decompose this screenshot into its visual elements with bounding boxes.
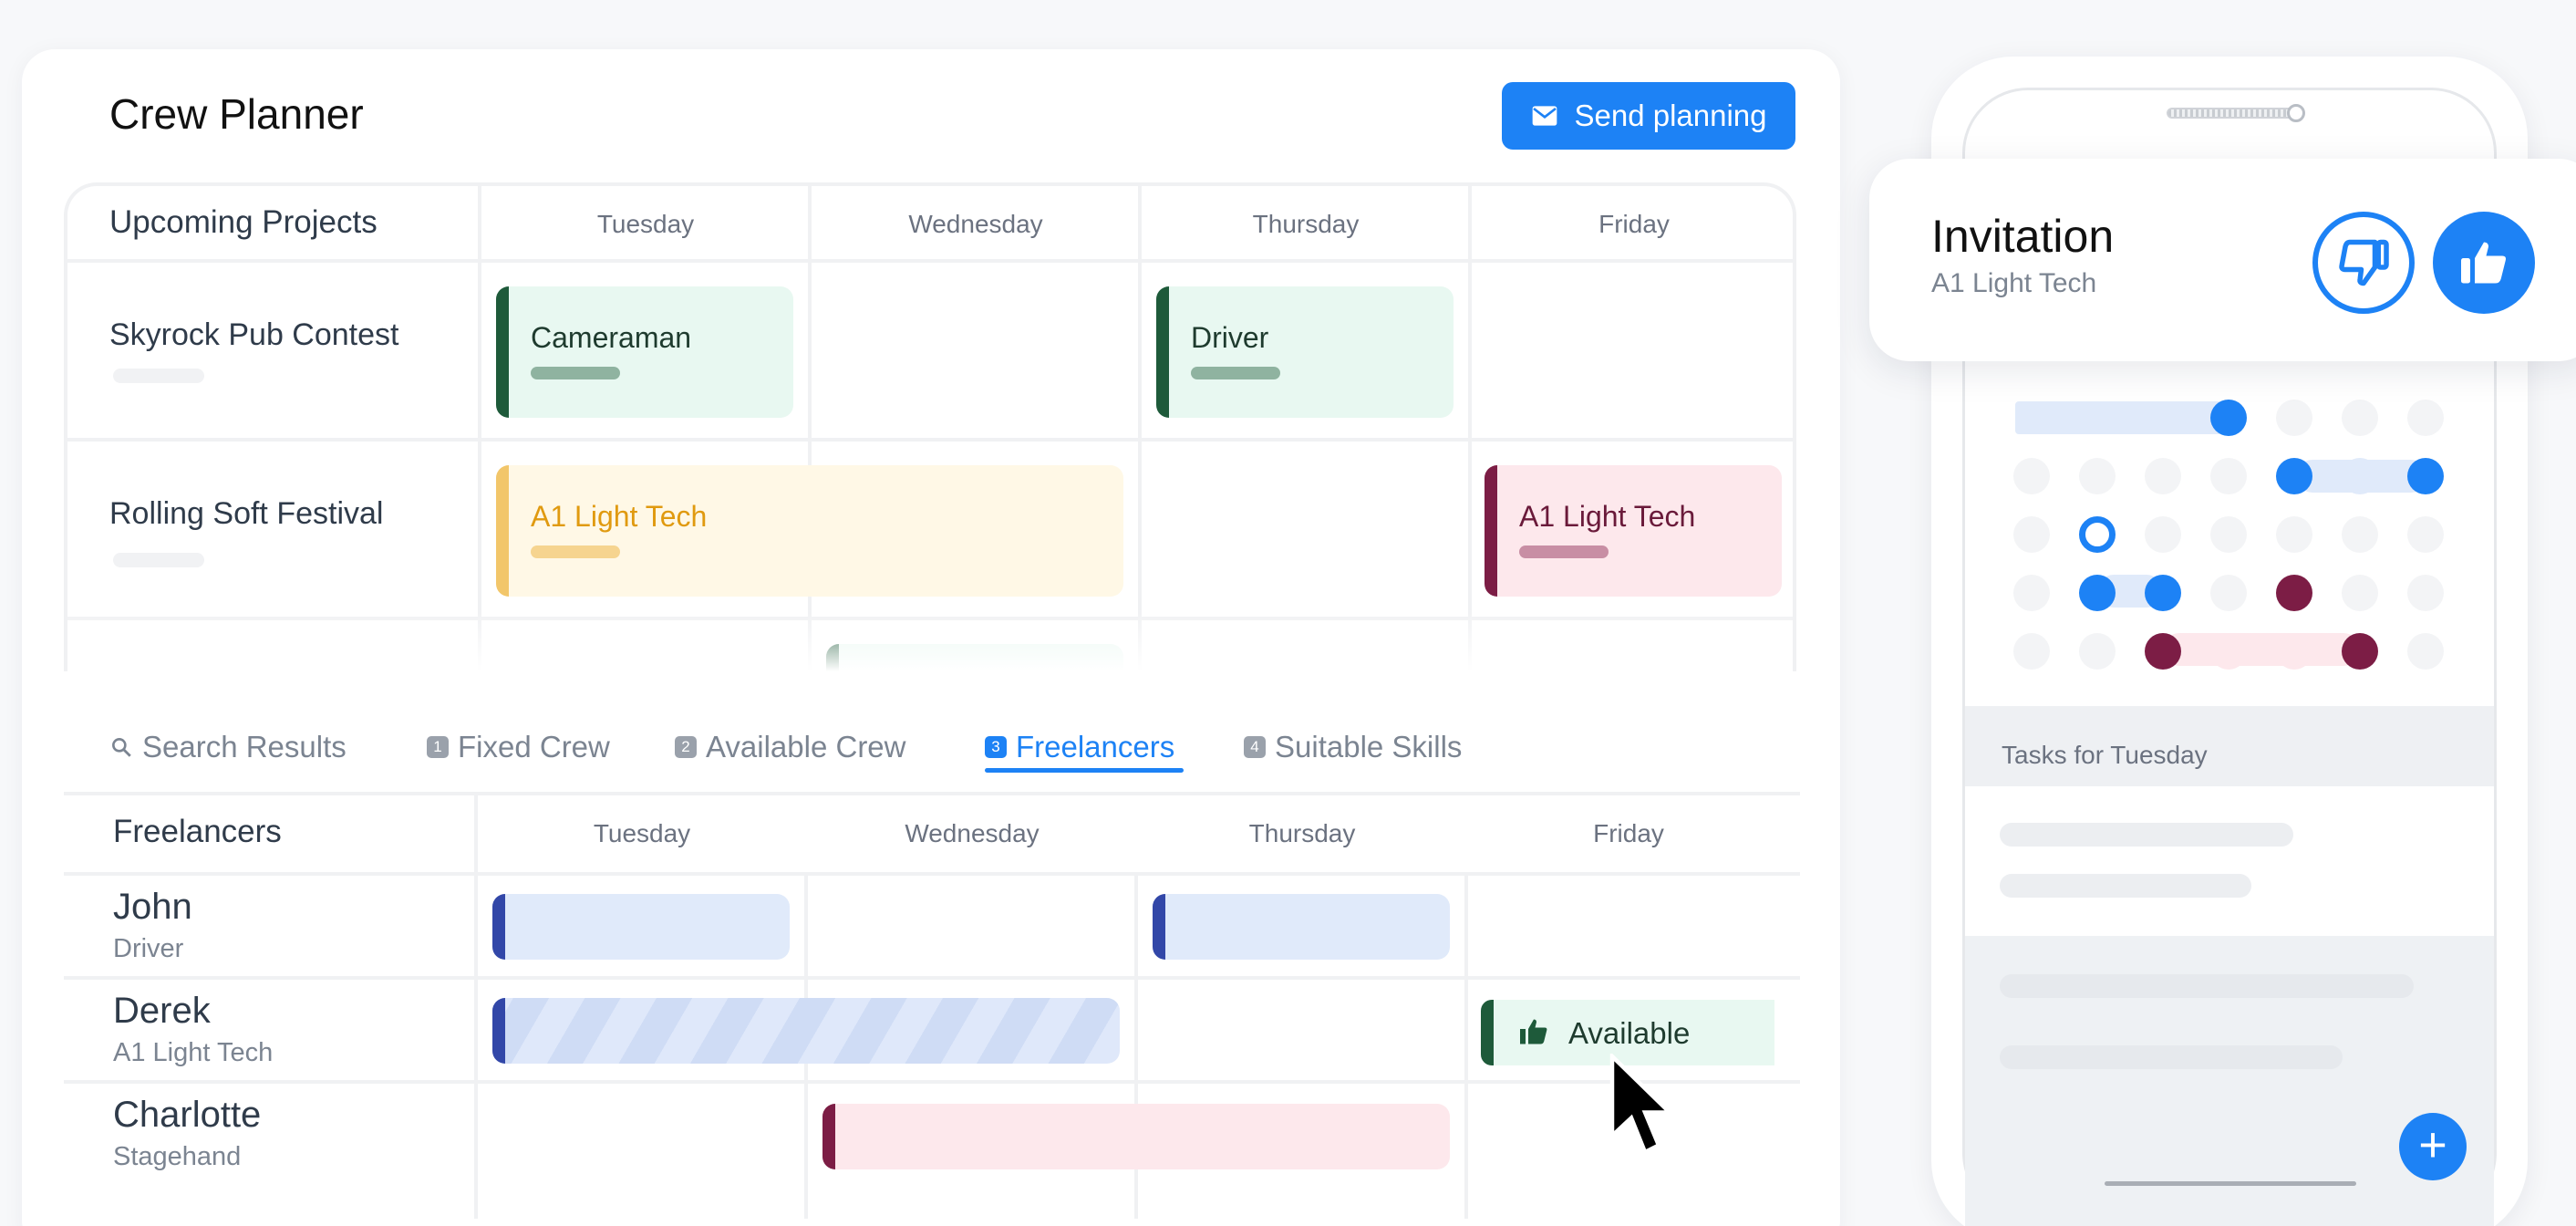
tab-fixed-crew[interactable]: 1 Fixed Crew — [427, 730, 610, 764]
shift-bar-driver[interactable]: Driver — [1156, 286, 1454, 418]
home-indicator — [2105, 1181, 2356, 1186]
tasks-list — [1965, 786, 2494, 936]
add-task-button[interactable]: + — [2399, 1113, 2467, 1180]
tab-label: Suitable Skills — [1275, 730, 1463, 764]
mail-icon — [1533, 106, 1557, 126]
shift-label: Cameraman — [531, 321, 692, 354]
shift-bar-a1-light-tech-friday[interactable]: A1 Light Tech — [1485, 465, 1782, 597]
availability-bar-tentative[interactable] — [492, 998, 1120, 1064]
thumbs-up-icon — [1520, 1019, 1547, 1044]
shift-label: A1 Light Tech — [531, 500, 708, 533]
day-header-tuesday: Tuesday — [596, 210, 695, 238]
day-header-thursday: Thursday — [1248, 819, 1356, 847]
send-planning-button[interactable]: Send planning — [1502, 82, 1795, 150]
freelancer-name-charlotte[interactable]: Charlotte — [113, 1095, 261, 1136]
tab-label: Fixed Crew — [458, 730, 610, 764]
freelancer-role: A1 Light Tech — [113, 1038, 274, 1067]
thumbs-up-icon — [2461, 242, 2506, 284]
tab-number-badge: 1 — [427, 736, 449, 758]
shift-label: Driver — [1191, 321, 1269, 354]
tab-number-badge: 2 — [675, 736, 697, 758]
invitation-title: Invitation — [1931, 211, 2115, 262]
active-tab-indicator — [985, 768, 1184, 773]
shift-label: A1 Light Tech — [1519, 500, 1696, 533]
mouse-cursor-icon — [1609, 1054, 1675, 1156]
tasks-header-label: Tasks for Tuesday — [2002, 741, 2208, 769]
tab-label: Available Crew — [706, 730, 906, 764]
phone-camera — [2287, 104, 2305, 122]
day-header-wednesday: Wednesday — [908, 210, 1043, 238]
tab-suitable-skills[interactable]: 4 Suitable Skills — [1244, 730, 1462, 764]
project-name-rolling-soft[interactable]: Rolling Soft Festival — [109, 496, 383, 532]
invitation-subtitle: A1 Light Tech — [1931, 268, 2097, 298]
tasks-header: Tasks for Tuesday — [1965, 706, 2494, 786]
phone-speaker — [2167, 108, 2294, 119]
projects-header: Upcoming Projects — [109, 204, 378, 240]
project-name-skyrock[interactable]: Skyrock Pub Contest — [109, 317, 398, 353]
search-icon — [112, 738, 131, 757]
freelancer-name-derek[interactable]: Derek — [113, 991, 211, 1032]
day-header-wednesday: Wednesday — [905, 819, 1040, 847]
shift-bar-partial[interactable] — [826, 644, 1123, 671]
day-header-friday: Friday — [1593, 819, 1664, 847]
invitation-card: Invitation A1 Light Tech — [1869, 159, 2576, 361]
availability-bar[interactable] — [492, 894, 790, 960]
freelancer-role: Driver — [113, 934, 184, 963]
shift-bar-a1-light-tech[interactable]: A1 Light Tech — [496, 465, 1123, 597]
page-title: Crew Planner — [109, 90, 364, 138]
freelancer-name-john[interactable]: John — [113, 887, 192, 928]
availability-bar[interactable] — [1153, 894, 1450, 960]
availability-bar[interactable] — [822, 1104, 1450, 1169]
day-header-friday: Friday — [1598, 210, 1670, 238]
decline-button[interactable] — [2312, 212, 2415, 314]
tab-search-results[interactable]: Search Results — [109, 730, 347, 764]
day-header-tuesday: Tuesday — [593, 819, 691, 847]
tab-number-badge: 4 — [1244, 736, 1266, 758]
freelancer-role: Stagehand — [113, 1142, 242, 1171]
accept-button[interactable] — [2433, 212, 2535, 314]
shift-bar-cameraman[interactable]: Cameraman — [496, 286, 793, 418]
thumbs-down-icon — [2339, 239, 2389, 286]
tab-freelancers[interactable]: 3 Freelancers — [985, 730, 1174, 764]
tab-label: Search Results — [142, 730, 347, 764]
tab-available-crew[interactable]: 2 Available Crew — [675, 730, 906, 764]
projects-grid: Upcoming Projects Tuesday Wednesday Thur… — [64, 182, 1796, 671]
freelancers-header: Freelancers — [113, 814, 282, 849]
tab-number-badge: 3 — [985, 736, 1007, 758]
tab-label: Freelancers — [1016, 730, 1175, 764]
available-label: Available — [1568, 1016, 1691, 1050]
day-header-thursday: Thursday — [1252, 210, 1360, 238]
send-planning-label: Send planning — [1574, 99, 1767, 132]
